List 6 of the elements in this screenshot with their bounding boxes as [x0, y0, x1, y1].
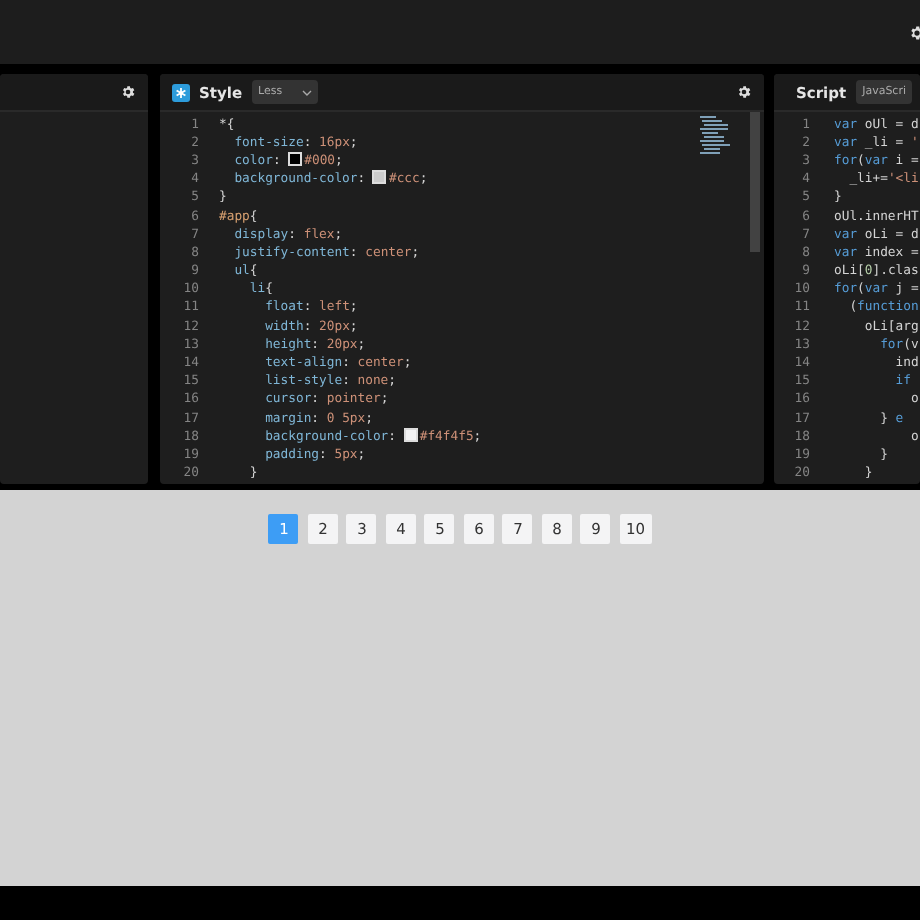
scrollbar[interactable]: [749, 112, 759, 252]
style-icon: [171, 83, 189, 101]
minimap-drawing: [699, 116, 735, 156]
caret-icon: [302, 89, 313, 95]
settings-icon[interactable]: [735, 84, 751, 100]
settings-icon[interactable]: [120, 84, 136, 100]
